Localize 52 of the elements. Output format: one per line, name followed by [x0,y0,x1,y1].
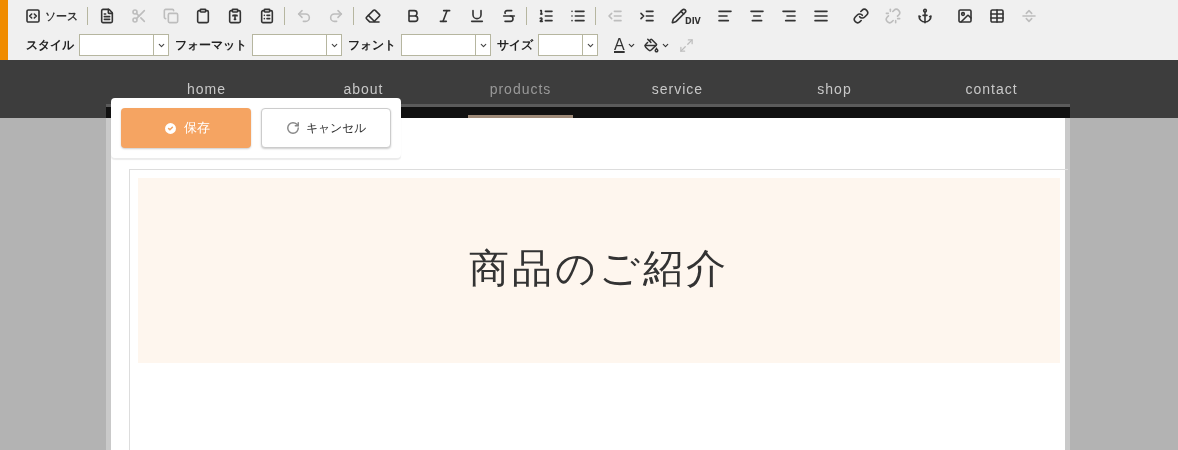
dropdown-field[interactable] [252,34,342,56]
clipboard-list-icon [259,8,275,24]
bold-icon [405,8,421,24]
nav-link[interactable]: products [489,81,552,97]
combo-label: フォント [348,36,396,54]
link-icon [852,8,869,24]
outdent-icon [607,8,623,24]
clipboard-icon [195,8,211,24]
code-icon [25,8,41,24]
refresh-icon [286,121,300,135]
redo-icon [328,8,344,24]
eraser-icon [365,8,381,24]
combo-label: フォーマット [175,36,247,54]
paint-bucket-icon [643,37,659,53]
align-right-icon [780,8,797,24]
source-button[interactable]: ソース [20,4,83,28]
copy-icon [163,8,179,24]
bullet-list-icon [570,8,586,24]
justify-icon [812,8,829,24]
italic-icon [437,8,453,24]
nav-link[interactable]: home [187,81,226,97]
cancel-button[interactable]: キャンセル [261,108,391,148]
scissors-icon [131,8,147,24]
combo-label: スタイル [26,36,74,54]
nav-link[interactable]: shop [817,81,852,97]
underline-icon [469,8,485,24]
nav-link[interactable]: contact [965,81,1018,97]
div-button[interactable]: DIV [666,4,706,28]
combo-label: サイズ [497,36,533,54]
image-icon [956,8,973,24]
dropdown-field[interactable] [538,34,598,56]
check-icon [162,120,178,136]
unlink-icon [884,8,901,24]
table-icon [988,8,1005,24]
nav-link[interactable]: service [651,81,704,97]
pencil-icon [671,8,687,24]
numbered-list-icon [538,8,554,24]
align-center-icon [748,8,765,24]
undo-icon [296,8,312,24]
hero-heading: 商品のご紹介 [469,244,729,293]
nav-link[interactable]: about [343,81,384,97]
align-left-icon [716,8,733,24]
document-icon [99,8,115,24]
clipboard-text-icon [227,8,243,24]
dropdown-field[interactable] [79,34,169,56]
text-color-button[interactable]: A [610,34,640,56]
anchor-icon [916,8,933,24]
page-break-icon [1020,8,1037,24]
dropdown-field[interactable] [401,34,491,56]
indent-icon [639,8,655,24]
maximize-icon [678,37,694,53]
strikethrough-icon [501,8,517,24]
